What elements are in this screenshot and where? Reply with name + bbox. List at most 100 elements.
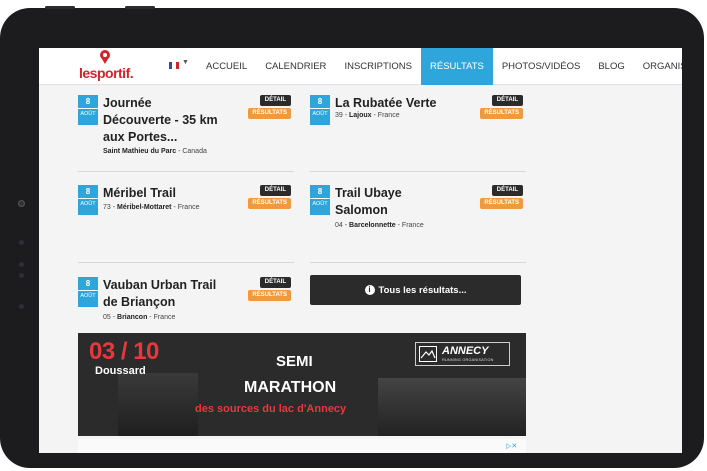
mountain-icon bbox=[419, 346, 437, 362]
camera-icon bbox=[18, 200, 25, 207]
event-title[interactable]: Vauban Urban Trail de Briançon bbox=[103, 277, 216, 311]
results-button[interactable]: RÉSULTATS bbox=[480, 198, 523, 209]
event-loc-city: Lajoux bbox=[349, 112, 372, 119]
lesportif-logo[interactable]: lesportif. bbox=[79, 50, 139, 83]
banner-title-line2: MARATHON bbox=[244, 379, 337, 396]
nav-accueil[interactable]: ACCUEIL bbox=[197, 48, 256, 85]
sensor-dot bbox=[19, 273, 24, 278]
tablet-screen: lesportif. ▼ ACCUEIL CALENDRIER INSCRIPT… bbox=[39, 48, 682, 453]
site-header: lesportif. ▼ ACCUEIL CALENDRIER INSCRIPT… bbox=[39, 48, 682, 85]
annecy-subtitle: RUNNING ORGANISATION bbox=[442, 358, 494, 362]
divider bbox=[310, 262, 526, 263]
date-badge: 8 AOÛT bbox=[310, 185, 330, 215]
date-badge: 8 AOÛT bbox=[78, 185, 98, 215]
banner-place: Doussard bbox=[95, 365, 146, 377]
event-location: 04 - Barcelonnette - France bbox=[335, 222, 424, 229]
flag-fr-icon[interactable] bbox=[169, 62, 179, 69]
event-title[interactable]: Journée Découverte - 35 km aux Portes... bbox=[103, 95, 218, 146]
event-location: Saint Mathieu du Parc - Canada bbox=[103, 148, 207, 155]
nav-inscriptions[interactable]: INSCRIPTIONS bbox=[335, 48, 421, 85]
event-title-line: Découverte - 35 km bbox=[103, 113, 218, 127]
event-title-line: aux Portes... bbox=[103, 130, 178, 144]
event-month: AOÛT bbox=[310, 198, 330, 210]
detail-button[interactable]: DÉTAIL bbox=[259, 185, 291, 196]
banner-photo-crowd bbox=[378, 378, 526, 436]
event-location: 73 - Méribel-Mottaret - France bbox=[103, 204, 199, 211]
nav-calendrier[interactable]: CALENDRIER bbox=[256, 48, 335, 85]
nav-blog[interactable]: BLOG bbox=[589, 48, 633, 85]
nav-resultats[interactable]: RÉSULTATS bbox=[421, 48, 493, 85]
nav-photos-videos[interactable]: PHOTOS/VIDÉOS bbox=[493, 48, 589, 85]
event-title-line: Salomon bbox=[335, 203, 388, 217]
divider bbox=[310, 171, 526, 172]
event-loc-country: - France bbox=[147, 314, 176, 321]
event-month: AOÛT bbox=[78, 290, 98, 302]
detail-button[interactable]: DÉTAIL bbox=[491, 185, 523, 196]
annecy-organisation-logo: ANNECY RUNNING ORGANISATION bbox=[415, 342, 510, 366]
event-title[interactable]: Méribel Trail bbox=[103, 185, 176, 202]
event-title-line: Trail Ubaye bbox=[335, 186, 402, 200]
banner-subtitle: des sources du lac d'Annecy bbox=[195, 403, 347, 415]
detail-button[interactable]: DÉTAIL bbox=[491, 95, 523, 106]
event-loc-city: Saint Mathieu du Parc bbox=[103, 148, 177, 155]
event-loc-prefix: 04 - bbox=[335, 222, 350, 229]
event-card: 8 AOÛT La Rubatée Verte 39 - Lajoux - Fr… bbox=[310, 95, 526, 135]
event-title[interactable]: Trail Ubaye Salomon bbox=[335, 185, 402, 219]
sensor-dot bbox=[19, 240, 24, 245]
event-loc-city: Barcelonnette bbox=[349, 222, 396, 229]
main-nav: ACCUEIL CALENDRIER INSCRIPTIONS RÉSULTAT… bbox=[197, 48, 682, 85]
ad-strip bbox=[78, 439, 526, 453]
divider bbox=[78, 171, 294, 172]
results-button[interactable]: RÉSULTATS bbox=[248, 198, 291, 209]
detail-button[interactable]: DÉTAIL bbox=[259, 277, 291, 288]
date-badge: 8 AOÛT bbox=[310, 95, 330, 125]
event-location: 39 - Lajoux - France bbox=[335, 112, 400, 119]
chevron-down-icon[interactable]: ▼ bbox=[182, 59, 189, 66]
event-location: 05 - Briancon - France bbox=[103, 314, 175, 321]
event-day: 8 bbox=[85, 187, 91, 196]
banner-ad[interactable]: 03 / 10 Doussard SEMI MARATHON des sourc… bbox=[78, 333, 526, 436]
event-month: AOÛT bbox=[78, 108, 98, 120]
results-button[interactable]: RÉSULTATS bbox=[480, 108, 523, 119]
event-card: 8 AOÛT Vauban Urban Trail de Briançon 05… bbox=[78, 277, 294, 327]
event-card: 8 AOÛT Trail Ubaye Salomon 04 - Barcelon… bbox=[310, 185, 526, 235]
logo-text: lesportif. bbox=[79, 65, 134, 81]
event-loc-prefix: 39 - bbox=[335, 112, 350, 119]
event-day: 8 bbox=[85, 279, 91, 288]
banner-date: 03 / 10 bbox=[89, 338, 159, 365]
event-loc-city: Briancon bbox=[117, 314, 148, 321]
event-loc-prefix: 73 - bbox=[103, 204, 118, 211]
info-icon: i bbox=[364, 285, 375, 295]
event-title[interactable]: La Rubatée Verte bbox=[335, 95, 436, 112]
event-loc-country: - France bbox=[371, 112, 400, 119]
event-title-line: Vauban Urban Trail bbox=[103, 278, 217, 292]
date-badge: 8 AOÛT bbox=[78, 95, 98, 125]
annecy-name: ANNECY bbox=[442, 345, 489, 357]
results-button[interactable]: RÉSULTATS bbox=[248, 108, 291, 119]
event-loc-country: - France bbox=[395, 222, 424, 229]
event-title-line: Méribel Trail bbox=[103, 186, 176, 200]
event-month: AOÛT bbox=[78, 198, 98, 210]
all-results-label: Tous les résultats... bbox=[378, 284, 467, 296]
event-loc-country: - France bbox=[171, 204, 200, 211]
event-month: AOÛT bbox=[310, 108, 330, 120]
event-title-line: Journée bbox=[103, 96, 152, 110]
date-badge: 8 AOÛT bbox=[78, 277, 98, 307]
event-day: 8 bbox=[317, 187, 323, 196]
divider bbox=[78, 262, 294, 263]
adchoices-icon[interactable]: ▷✕ bbox=[506, 442, 517, 450]
event-title-line: de Briançon bbox=[103, 295, 176, 309]
banner-photo-runner bbox=[118, 373, 198, 436]
event-loc-country: - Canada bbox=[176, 148, 207, 155]
detail-button[interactable]: DÉTAIL bbox=[259, 95, 291, 106]
event-day: 8 bbox=[317, 97, 323, 106]
event-loc-city: Méribel-Mottaret bbox=[117, 204, 172, 211]
logo-pin-icon bbox=[100, 50, 110, 64]
nav-organisateurs[interactable]: ORGANISATEU bbox=[634, 48, 682, 85]
all-results-button[interactable]: i Tous les résultats... bbox=[310, 275, 521, 305]
event-day: 8 bbox=[85, 97, 91, 106]
sensor-dot bbox=[19, 304, 24, 309]
results-button[interactable]: RÉSULTATS bbox=[248, 290, 291, 301]
event-title-line: La Rubatée Verte bbox=[335, 96, 437, 110]
event-card: 8 AOÛT Méribel Trail 73 - Méribel-Mottar… bbox=[78, 185, 294, 225]
